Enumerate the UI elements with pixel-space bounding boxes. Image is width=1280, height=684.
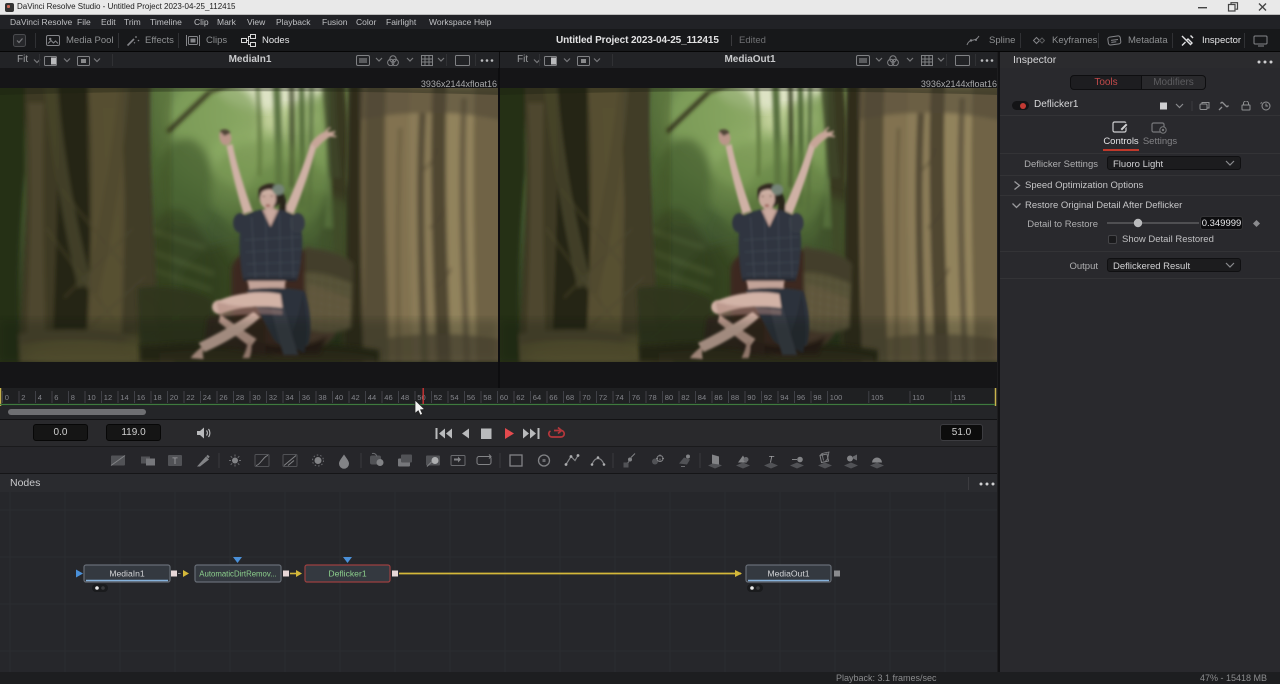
svg-text:56: 56	[467, 393, 475, 402]
svg-text:42: 42	[351, 393, 359, 402]
svg-text:18: 18	[153, 393, 161, 402]
svg-text:28: 28	[236, 393, 244, 402]
svg-text:58: 58	[483, 393, 491, 402]
svg-text:90: 90	[747, 393, 755, 402]
svg-text:64: 64	[533, 393, 541, 402]
svg-text:2: 2	[21, 393, 25, 402]
svg-text:Deflicker1: Deflicker1	[328, 569, 366, 579]
svg-text:T: T	[172, 456, 178, 466]
svg-text:26: 26	[219, 393, 227, 402]
svg-text:100: 100	[830, 393, 843, 402]
svg-text:96: 96	[797, 393, 805, 402]
svg-text:10: 10	[87, 393, 95, 402]
svg-text:4: 4	[38, 393, 42, 402]
svg-text:78: 78	[648, 393, 656, 402]
svg-text:86: 86	[714, 393, 722, 402]
svg-text:AutomaticDirtRemov...: AutomaticDirtRemov...	[199, 570, 276, 579]
svg-text:T: T	[768, 455, 775, 465]
svg-text:44: 44	[368, 393, 376, 402]
svg-text:82: 82	[681, 393, 689, 402]
svg-text:MediaIn1: MediaIn1	[109, 569, 145, 579]
svg-text:105: 105	[871, 393, 884, 402]
svg-text:66: 66	[549, 393, 557, 402]
svg-text:24: 24	[203, 393, 211, 402]
svg-text:30: 30	[252, 393, 260, 402]
svg-text:36: 36	[302, 393, 310, 402]
svg-text:16: 16	[137, 393, 145, 402]
svg-text:MediaOut1: MediaOut1	[767, 569, 809, 579]
svg-text:80: 80	[665, 393, 673, 402]
svg-text:48: 48	[401, 393, 409, 402]
svg-text:115: 115	[954, 393, 966, 402]
svg-text:94: 94	[780, 393, 788, 402]
svg-text:14: 14	[120, 393, 128, 402]
svg-text:12: 12	[104, 393, 112, 402]
svg-text:60: 60	[500, 393, 508, 402]
svg-text:98: 98	[813, 393, 821, 402]
svg-text:20: 20	[170, 393, 178, 402]
svg-text:0: 0	[5, 393, 9, 402]
svg-text:34: 34	[285, 393, 293, 402]
svg-text:62: 62	[516, 393, 524, 402]
svg-text:52: 52	[434, 393, 442, 402]
svg-text:8: 8	[71, 393, 75, 402]
svg-text:92: 92	[764, 393, 772, 402]
svg-text:88: 88	[731, 393, 739, 402]
svg-text:6: 6	[54, 393, 58, 402]
svg-text:46: 46	[384, 393, 392, 402]
svg-text:38: 38	[318, 393, 326, 402]
svg-text:22: 22	[186, 393, 194, 402]
svg-text:68: 68	[566, 393, 574, 402]
svg-text:40: 40	[335, 393, 343, 402]
svg-text:72: 72	[599, 393, 607, 402]
svg-text:76: 76	[632, 393, 640, 402]
svg-text:32: 32	[269, 393, 277, 402]
svg-text:54: 54	[450, 393, 458, 402]
svg-text:84: 84	[698, 393, 706, 402]
svg-text:110: 110	[912, 393, 924, 402]
svg-text:70: 70	[582, 393, 590, 402]
svg-text:74: 74	[615, 393, 623, 402]
